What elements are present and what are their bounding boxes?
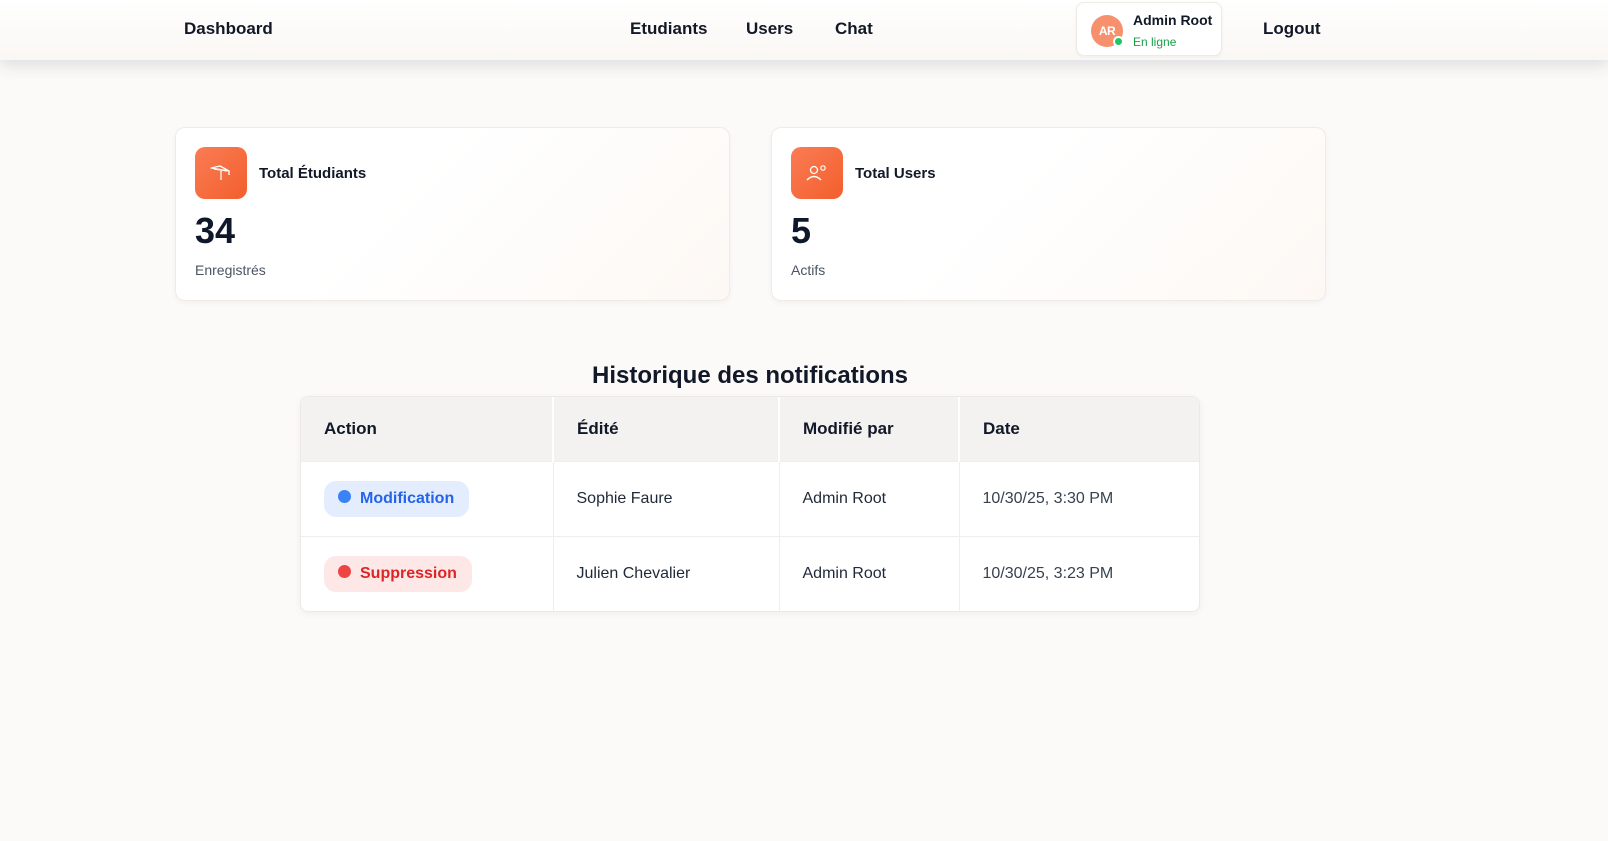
logout-button[interactable]: Logout (1263, 0, 1321, 58)
users-icon (791, 147, 843, 199)
table-row: Suppression Julien Chevalier Admin Root … (301, 535, 1199, 611)
column-header-modified-by: Modifié par (779, 397, 960, 461)
action-cell: Suppression (301, 535, 554, 611)
nav-dashboard-link[interactable]: Dashboard (184, 0, 273, 58)
modified-by-cell: Admin Root (779, 535, 960, 611)
nav-users-link[interactable]: Users (746, 0, 793, 58)
stat-subtitle: Actifs (791, 262, 826, 278)
action-badge-suppression: Suppression (324, 555, 472, 592)
online-status-dot (1113, 36, 1124, 47)
stat-title: Total Étudiants (259, 165, 367, 182)
modified-by-cell: Admin Root (779, 460, 960, 536)
stat-card-users: Total Users 5 Actifs (771, 127, 1326, 301)
user-profile-box[interactable]: AR Admin Root En ligne (1076, 2, 1222, 56)
nav-chat-link[interactable]: Chat (835, 0, 873, 58)
edited-cell: Sophie Faure (553, 460, 780, 536)
graduation-cap-icon (195, 147, 247, 199)
notifications-title: Historique des notifications (591, 362, 909, 389)
notifications-table: Action Édité Modifié par Date Modificati… (300, 396, 1200, 612)
action-label: Suppression (360, 564, 457, 582)
action-label: Modification (360, 489, 455, 507)
status-dot-icon (338, 565, 351, 579)
stat-title: Total Users (855, 165, 936, 182)
table-header-row: Action Édité Modifié par Date (301, 397, 1199, 461)
column-header-action: Action (301, 397, 554, 461)
stat-subtitle: Enregistrés (195, 262, 266, 278)
edited-cell: Julien Chevalier (553, 535, 780, 611)
stat-card-etudiants: Total Étudiants 34 Enregistrés (175, 127, 730, 301)
date-cell: 10/30/25, 3:23 PM (959, 535, 1199, 611)
action-badge-modification: Modification (324, 480, 470, 517)
status-dot-icon (338, 490, 351, 503)
column-header-edited: Édité (553, 397, 780, 461)
top-navbar: Dashboard Etudiants Users Chat AR Admin … (0, 0, 1608, 60)
action-cell: Modification (301, 460, 554, 536)
date-cell: 10/30/25, 3:30 PM (959, 460, 1199, 536)
column-header-date: Date (959, 397, 1199, 461)
table-row: Modification Sophie Faure Admin Root 10/… (301, 460, 1199, 536)
user-name: Admin Root (1133, 12, 1213, 28)
nav-etudiants-link[interactable]: Etudiants (630, 0, 707, 58)
stat-value: 34 (195, 210, 236, 251)
stat-value: 5 (791, 210, 812, 251)
user-status: En ligne (1133, 35, 1177, 49)
